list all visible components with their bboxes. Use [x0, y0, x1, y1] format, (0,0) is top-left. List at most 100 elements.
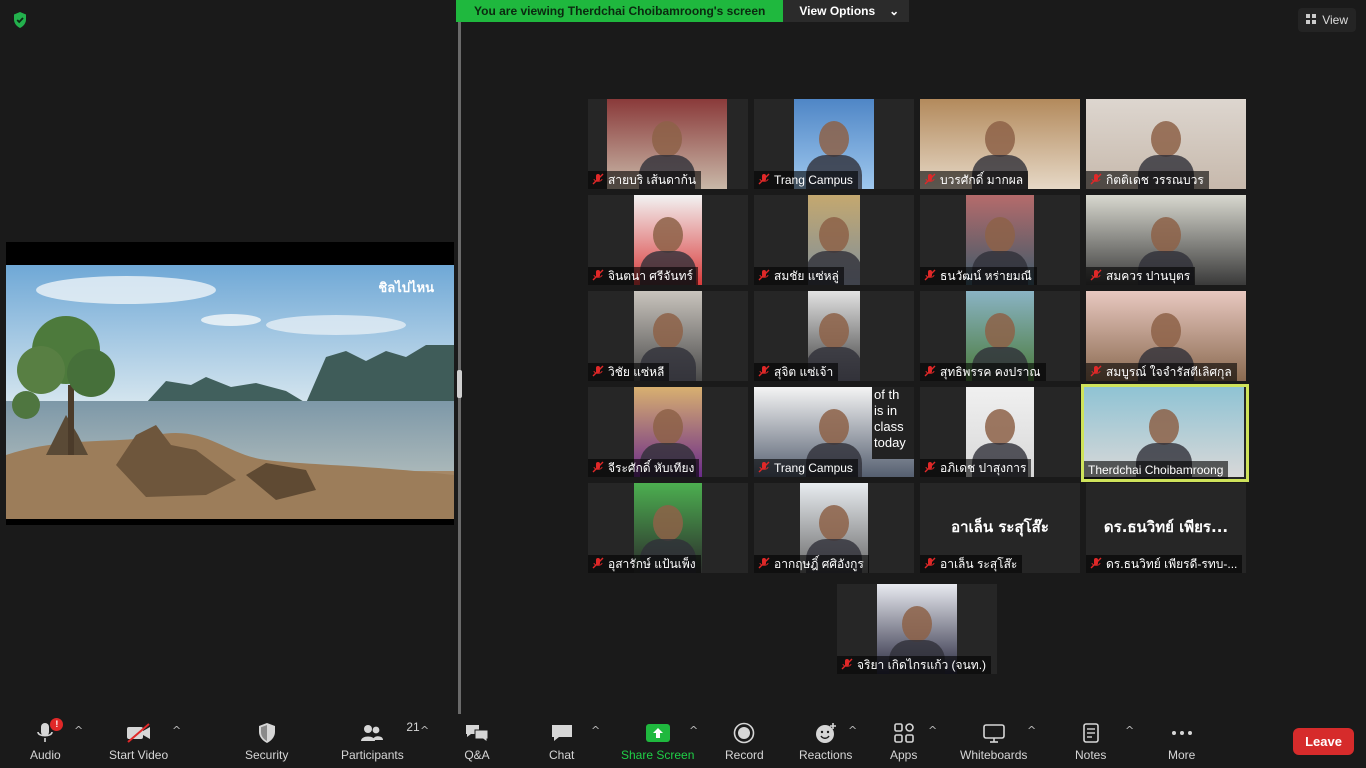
- video-off-icon: [125, 720, 153, 746]
- whiteboards-button[interactable]: Whiteboards: [960, 720, 1027, 768]
- participant-name: สมบูรณ์ ใจจำรัสตีเลิศกุล: [1106, 364, 1232, 379]
- participant-tile[interactable]: Trang Campus: [754, 99, 914, 189]
- participants-button[interactable]: 21 Participants: [341, 720, 420, 768]
- share-screen-icon: [645, 720, 671, 746]
- participant-tile[interactable]: สุจิต แซ่เจ้า: [754, 291, 914, 381]
- participant-tile[interactable]: อุสารักษ์ แป้นเพ็ง: [588, 483, 748, 573]
- participant-tile[interactable]: อาเล็น ระสุโส๊ะ อาเล็น ระสุโส๊ะ: [920, 483, 1080, 573]
- leave-button[interactable]: Leave: [1293, 728, 1354, 755]
- apps-icon: [893, 720, 915, 746]
- participant-tile[interactable]: สมชัย แซ่หลู่: [754, 195, 914, 285]
- participant-tile[interactable]: สมควร ปานบุตร: [1086, 195, 1246, 285]
- participant-name-label: อภิเดช ปาสุงการ: [920, 459, 1032, 477]
- participant-name-label: อากฤษฎิ์ ศศิอังกูร: [754, 555, 869, 573]
- participant-name: จินตนา ศรีจันทร์: [608, 268, 693, 283]
- muted-microphone-icon: [758, 269, 770, 284]
- reactions-options-caret[interactable]: ^: [848, 724, 857, 737]
- person-silhouette: [902, 606, 932, 642]
- muted-microphone-icon: [1090, 365, 1102, 380]
- participant-tile[interactable]: ดร.ธนวิทย์ เพียร... ดร.ธนวิทย์ เพียรดี-รท…: [1086, 483, 1246, 573]
- chat-options-caret[interactable]: ^: [591, 724, 600, 737]
- start-video-button[interactable]: Start Video: [109, 720, 168, 768]
- apps-options-caret[interactable]: ^: [928, 724, 937, 737]
- apps-button[interactable]: Apps: [890, 720, 917, 768]
- muted-microphone-icon: [592, 269, 604, 284]
- person-silhouette: [1151, 313, 1181, 349]
- panel-splitter[interactable]: [458, 22, 461, 714]
- muted-microphone-icon: [924, 461, 936, 476]
- participant-tile[interactable]: วิชัย แซ่หลี: [588, 291, 748, 381]
- security-button[interactable]: Security: [245, 720, 288, 768]
- shield-icon: [257, 720, 277, 746]
- whiteboards-options-caret[interactable]: ^: [1027, 724, 1036, 737]
- participant-name-label: สุจิต แซ่เจ้า: [754, 363, 839, 381]
- person-silhouette: [819, 505, 849, 541]
- notes-button[interactable]: Notes: [1075, 720, 1106, 768]
- participant-name: บวรศักดิ์ มากผล: [940, 172, 1024, 187]
- participant-tile[interactable]: บวรศักดิ์ มากผล: [920, 99, 1080, 189]
- participant-tile[interactable]: Therdchai Choibamroong: [1081, 384, 1249, 482]
- participant-name-label: จีระศักดิ์ หับเทียง: [588, 459, 700, 477]
- person-silhouette: [653, 313, 683, 349]
- participant-name: สมควร ปานบุตร: [1106, 268, 1191, 283]
- more-button[interactable]: More: [1168, 720, 1195, 768]
- shared-screen[interactable]: ชิลไปไหน: [6, 242, 454, 525]
- participant-name: วิชัย แซ่หลี: [608, 364, 665, 379]
- more-dots-icon: [1170, 720, 1194, 746]
- reactions-button[interactable]: Reactions: [799, 720, 852, 768]
- audio-button[interactable]: ! Audio: [30, 718, 64, 768]
- participant-tile[interactable]: of th is in class today Trang Campus: [754, 387, 914, 477]
- chevron-down-icon: ⌄: [889, 4, 900, 18]
- microphone-icon: !: [35, 718, 64, 746]
- participant-name-label: บวรศักดิ์ มากผล: [920, 171, 1029, 189]
- share-screen-label: Share Screen: [621, 748, 695, 762]
- record-button[interactable]: Record: [725, 720, 764, 768]
- splitter-handle[interactable]: [457, 370, 462, 398]
- qa-button[interactable]: Q&A: [464, 720, 490, 768]
- participants-label: Participants: [341, 748, 404, 762]
- participant-name-label: ดร.ธนวิทย์ เพียรดี-รทบ-...: [1086, 555, 1243, 573]
- view-button[interactable]: View: [1298, 8, 1356, 32]
- view-options-button[interactable]: View Options ⌄: [783, 0, 910, 22]
- participant-tile[interactable]: จีระศักดิ์ หับเทียง: [588, 387, 748, 477]
- participant-tile[interactable]: สุทธิพรรค คงปราณ: [920, 291, 1080, 381]
- participant-tile[interactable]: จินตนา ศรีจันทร์: [588, 195, 748, 285]
- share-watermark: ชิลไปไหน: [378, 280, 434, 295]
- viewing-banner-text: You are viewing Therdchai Choibamroong's…: [456, 0, 784, 22]
- participant-name: ดร.ธนวิทย์ เพียรดี-รทบ-...: [1106, 556, 1238, 571]
- participant-name: กิตติเดช วรรณบวร: [1106, 172, 1204, 187]
- meeting-toolbar: ! Audio ^ Start Video ^ Security 21 Part…: [0, 714, 1366, 768]
- participants-options-caret[interactable]: ^: [420, 724, 429, 737]
- participant-tile[interactable]: กิตติเดช วรรณบวร: [1086, 99, 1246, 189]
- participant-tile[interactable]: อากฤษฎิ์ ศศิอังกูร: [754, 483, 914, 573]
- muted-microphone-icon: [592, 365, 604, 380]
- participant-name-label: สมชัย แซ่หลู่: [754, 267, 844, 285]
- participant-name-label: Therdchai Choibamroong: [1084, 461, 1229, 479]
- shared-screen-image: ชิลไปไหน: [6, 265, 454, 519]
- shared-slide-text: of th is in class today: [872, 387, 914, 459]
- chat-button[interactable]: Chat: [549, 720, 574, 768]
- participant-name-label: อุสารักษ์ แป้นเพ็ง: [588, 555, 701, 573]
- reactions-icon: [814, 720, 838, 746]
- person-silhouette: [653, 409, 683, 445]
- participant-name-label: จินตนา ศรีจันทร์: [588, 267, 698, 285]
- muted-microphone-icon: [924, 269, 936, 284]
- chat-label: Chat: [549, 748, 575, 762]
- participant-tile[interactable]: สายบริ เส้นดาก้น: [588, 99, 748, 189]
- qa-icon: [464, 720, 490, 746]
- encryption-shield-icon[interactable]: [10, 10, 30, 30]
- participant-tile[interactable]: สมบูรณ์ ใจจำรัสตีเลิศกุล: [1086, 291, 1246, 381]
- muted-microphone-icon: [592, 461, 604, 476]
- share-screen-button[interactable]: Share Screen: [621, 720, 694, 768]
- video-options-caret[interactable]: ^: [172, 724, 181, 737]
- participant-tile[interactable]: อภิเดช ปาสุงการ: [920, 387, 1080, 477]
- audio-options-caret[interactable]: ^: [74, 724, 83, 737]
- record-label: Record: [725, 748, 764, 762]
- share-options-caret[interactable]: ^: [689, 724, 698, 737]
- participant-name: สุจิต แซ่เจ้า: [774, 364, 834, 379]
- participant-tile[interactable]: จริยา เกิดไกรแก้ว (จนท.): [837, 584, 997, 674]
- participant-name: อากฤษฎิ์ ศศิอังกูร: [774, 556, 864, 571]
- participant-name-label: สมบูรณ์ ใจจำรัสตีเลิศกุล: [1086, 363, 1237, 381]
- participant-tile[interactable]: ธนวัฒน์ หร่ายมณี: [920, 195, 1080, 285]
- notes-options-caret[interactable]: ^: [1125, 724, 1134, 737]
